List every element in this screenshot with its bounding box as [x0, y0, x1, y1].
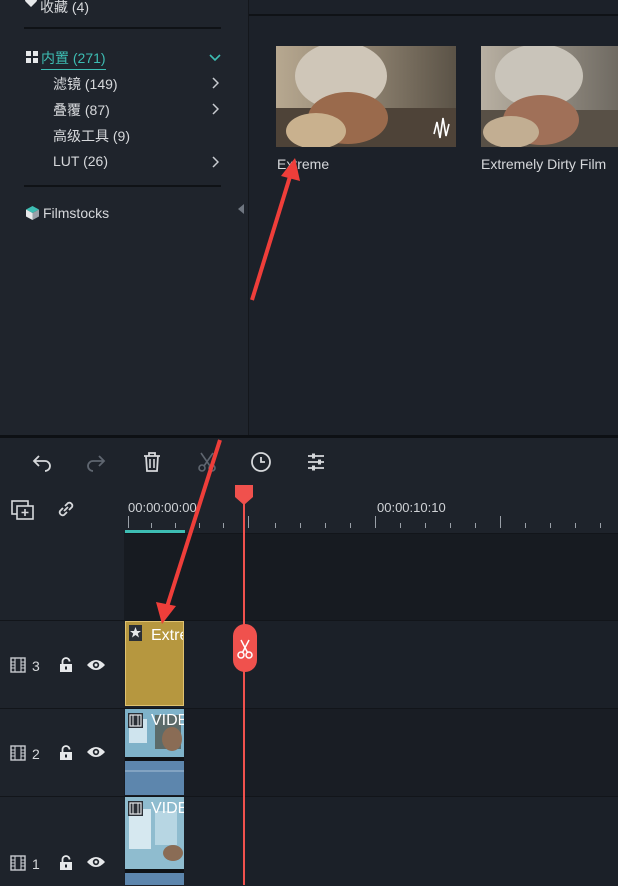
- annotation-arrows: [156, 158, 300, 624]
- annotation-arrowhead-up: [281, 158, 300, 181]
- annotation-arrow-down: [164, 439, 222, 611]
- annotation-arrowhead-down: [156, 602, 176, 624]
- annotation-arrow-up: [250, 169, 294, 301]
